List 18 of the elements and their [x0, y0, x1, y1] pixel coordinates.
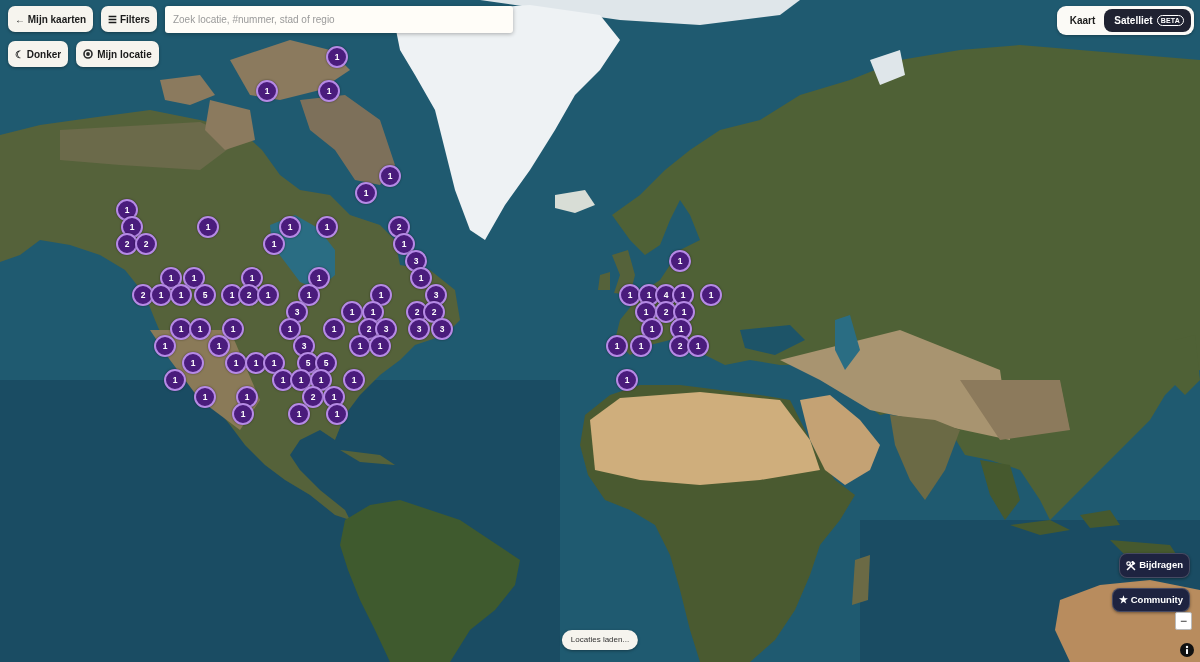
loading-status: Locaties laden...	[561, 630, 639, 650]
zoom-out-button[interactable]: −	[1175, 612, 1192, 630]
location-target-icon	[83, 49, 94, 59]
dark-mode-button[interactable]: ☾ Donker	[8, 41, 69, 67]
cluster-marker[interactable]: 2	[655, 301, 677, 323]
back-button[interactable]: ← Mijn kaarten	[8, 6, 94, 32]
cluster-marker[interactable]: 1	[687, 335, 709, 357]
cluster-marker[interactable]: 1	[369, 335, 391, 357]
filters-button[interactable]: ☰ Filters	[101, 6, 157, 32]
cluster-marker[interactable]: 1	[410, 267, 432, 289]
cluster-marker[interactable]: 2	[302, 386, 324, 408]
tools-icon	[1126, 560, 1137, 571]
community-button[interactable]: ★ Community	[1112, 588, 1190, 612]
contribute-button[interactable]: Bijdragen	[1119, 553, 1190, 578]
search-field[interactable]: Zoek locatie, #nummer, stad of regio	[164, 6, 513, 33]
map-type-tab[interactable]: Kaart	[1059, 9, 1103, 32]
info-icon[interactable]	[1180, 643, 1194, 657]
my-location-button[interactable]: Mijn locatie	[76, 41, 159, 67]
